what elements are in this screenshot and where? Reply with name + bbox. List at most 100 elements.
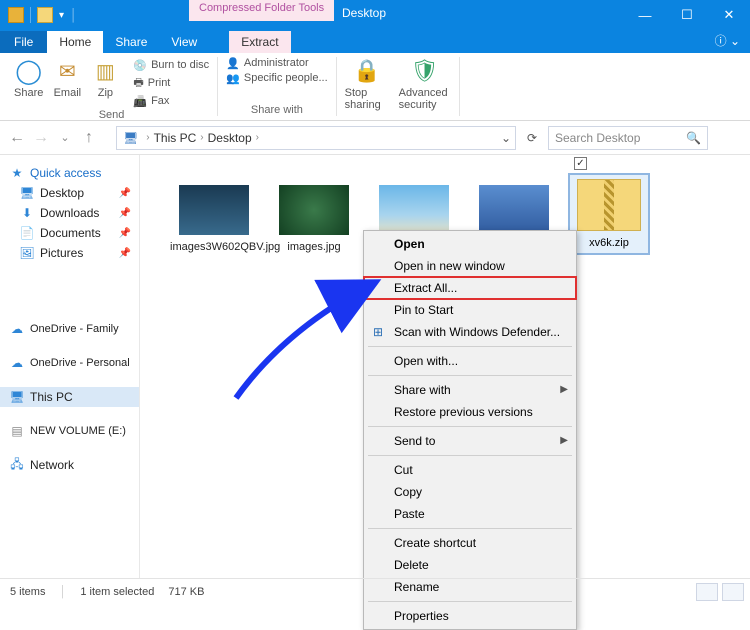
ctx-open-new-label: Open in new window xyxy=(394,258,505,274)
tab-file[interactable]: File xyxy=(0,31,47,53)
group-send-label: Send xyxy=(99,109,125,121)
network-label: Network xyxy=(30,458,74,472)
ctx-open[interactable]: Open xyxy=(364,233,576,255)
ctx-delete-label: Delete xyxy=(394,557,429,573)
address-bar[interactable]: 🖥 › This PC › Desktop › ⌄ xyxy=(116,126,516,150)
ctx-pin-start[interactable]: Pin to Start xyxy=(364,299,576,321)
selection-checkbox[interactable]: ✓ xyxy=(574,157,587,170)
zip-button[interactable]: ▥Zip xyxy=(91,57,119,109)
recent-dropdown[interactable]: ⌄ xyxy=(56,131,74,144)
fax-button[interactable]: 📠Fax xyxy=(133,93,209,109)
file-item[interactable]: images3W602QBV.jpg xyxy=(170,185,258,253)
ctx-properties[interactable]: Properties xyxy=(364,605,576,627)
desktop-label: Desktop xyxy=(40,186,84,200)
status-sep: │ xyxy=(59,586,66,598)
admin-button[interactable]: 👤 Administrator xyxy=(226,57,309,70)
share-icon: ◯ xyxy=(15,57,43,85)
view-thumbnails-button[interactable] xyxy=(722,583,744,601)
person-icon: 👤 xyxy=(226,57,240,70)
maximize-button[interactable]: ☐ xyxy=(666,0,708,30)
address-bar-row: ← → ⌄ ↑ 🖥 › This PC › Desktop › ⌄ ⟳ Sear… xyxy=(0,121,750,155)
tab-share[interactable]: Share xyxy=(103,31,159,53)
submenu-icon: ▶ xyxy=(560,433,568,449)
navigation-pane: ★Quick access 🖥Desktop📌 ⬇Downloads📌 📄Doc… xyxy=(0,155,140,578)
up-button[interactable]: ↑ xyxy=(80,129,98,147)
qat-folder-icon[interactable] xyxy=(37,7,53,23)
ctx-extract-label: Extract All... xyxy=(394,280,457,296)
quick-access-toolbar: ▾ │ xyxy=(0,7,78,23)
image-thumbnail xyxy=(379,185,449,235)
sidebar-pictures[interactable]: 🖼Pictures📌 xyxy=(0,243,139,263)
sidebar-quick-access[interactable]: ★Quick access xyxy=(0,163,139,183)
ctx-copy[interactable]: Copy xyxy=(364,481,576,503)
specific-label: Specific people... xyxy=(244,72,328,85)
ctx-sendto-label: Send to xyxy=(394,433,435,449)
ctx-send-to[interactable]: Send to ▶ xyxy=(364,430,576,452)
file-item[interactable]: images.jpg xyxy=(270,185,358,253)
address-dropdown-icon[interactable]: ⌄ xyxy=(501,131,511,145)
ctx-restore[interactable]: Restore previous versions xyxy=(364,401,576,423)
ctx-separator xyxy=(368,375,572,376)
shield-icon: 🛡 xyxy=(411,57,439,85)
window-title: Desktop xyxy=(342,6,386,20)
downloads-label: Downloads xyxy=(40,206,99,220)
admin-label: Administrator xyxy=(244,57,309,70)
tab-extract[interactable]: Extract xyxy=(229,31,290,53)
qat-dropdown-icon[interactable]: ▾ xyxy=(59,10,64,21)
contextual-tab-label: Compressed Folder Tools xyxy=(189,0,334,21)
ctx-paste[interactable]: Paste xyxy=(364,503,576,525)
email-button[interactable]: ✉Email xyxy=(53,57,81,109)
back-button[interactable]: ← xyxy=(8,129,26,147)
advanced-security-button[interactable]: 🛡Advanced security xyxy=(399,57,451,111)
quick-label: Quick access xyxy=(30,166,101,180)
search-input[interactable]: Search Desktop 🔍 xyxy=(548,126,708,150)
sidebar-onedrive-personal[interactable]: ☁OneDrive - Personal xyxy=(0,353,139,373)
ctx-share-with[interactable]: Share with▶ xyxy=(364,379,576,401)
ctx-pin-label: Pin to Start xyxy=(394,302,453,318)
refresh-button[interactable]: ⟳ xyxy=(522,131,542,145)
share-label: Share xyxy=(14,87,43,99)
sidebar-network[interactable]: 🖧 Network xyxy=(0,455,139,475)
share-button[interactable]: ◯ Share xyxy=(14,57,43,109)
view-details-button[interactable] xyxy=(696,583,718,601)
sidebar-documents[interactable]: 📄Documents📌 xyxy=(0,223,139,243)
forward-button[interactable]: → xyxy=(32,129,50,147)
pin-icon: 📌 xyxy=(119,248,131,259)
image-thumbnail xyxy=(279,185,349,235)
sidebar-desktop[interactable]: 🖥Desktop📌 xyxy=(0,183,139,203)
file-name: xv6k.zip xyxy=(574,237,644,249)
lock-icon: 🔒 xyxy=(353,57,381,85)
odp-label: OneDrive - Personal xyxy=(30,357,130,369)
cloud-icon: ☁ xyxy=(10,322,24,336)
ctx-cut[interactable]: Cut xyxy=(364,459,576,481)
burn-button[interactable]: 💿Burn to disc xyxy=(133,57,209,73)
ribbon-collapse-icon[interactable]: ⓘ ⌄ xyxy=(705,32,750,53)
crumb-location[interactable]: Desktop xyxy=(208,131,252,145)
close-button[interactable]: ✕ xyxy=(708,0,750,30)
ctx-defender[interactable]: ⊞Scan with Windows Defender... xyxy=(364,321,576,343)
minimize-button[interactable]: — xyxy=(624,0,666,30)
print-button[interactable]: 🖶Print xyxy=(133,75,209,91)
tab-home[interactable]: Home xyxy=(47,31,103,53)
burn-label: Burn to disc xyxy=(151,59,209,71)
people-icon: 👥 xyxy=(226,72,240,85)
sidebar-new-volume[interactable]: ▤NEW VOLUME (E:) xyxy=(0,421,139,441)
network-icon: 🖧 xyxy=(10,458,24,472)
crumb-pc[interactable]: This PC xyxy=(154,131,197,145)
sidebar-this-pc[interactable]: 🖥This PC xyxy=(0,387,139,407)
sidebar-onedrive-family[interactable]: ☁OneDrive - Family xyxy=(0,319,139,339)
file-item-selected[interactable]: xv6k.zip xyxy=(568,173,650,255)
pc-icon: 🖥 xyxy=(123,131,138,145)
specific-button[interactable]: 👥 Specific people... xyxy=(226,72,327,85)
ctx-open-new-window[interactable]: Open in new window xyxy=(364,255,576,277)
document-icon: 📄 xyxy=(20,226,34,240)
stop-sharing-button[interactable]: 🔒Stop sharing xyxy=(345,57,389,111)
ribbon-tabs: File Home Share View Extract ⓘ ⌄ xyxy=(0,30,750,53)
ctx-create-shortcut[interactable]: Create shortcut xyxy=(364,532,576,554)
sidebar-downloads[interactable]: ⬇Downloads📌 xyxy=(0,203,139,223)
ctx-delete[interactable]: Delete xyxy=(364,554,576,576)
ctx-extract-all[interactable]: Extract All... xyxy=(364,277,576,299)
ctx-separator xyxy=(368,528,572,529)
ctx-open-with[interactable]: Open with... xyxy=(364,350,576,372)
tab-view[interactable]: View xyxy=(159,31,209,53)
